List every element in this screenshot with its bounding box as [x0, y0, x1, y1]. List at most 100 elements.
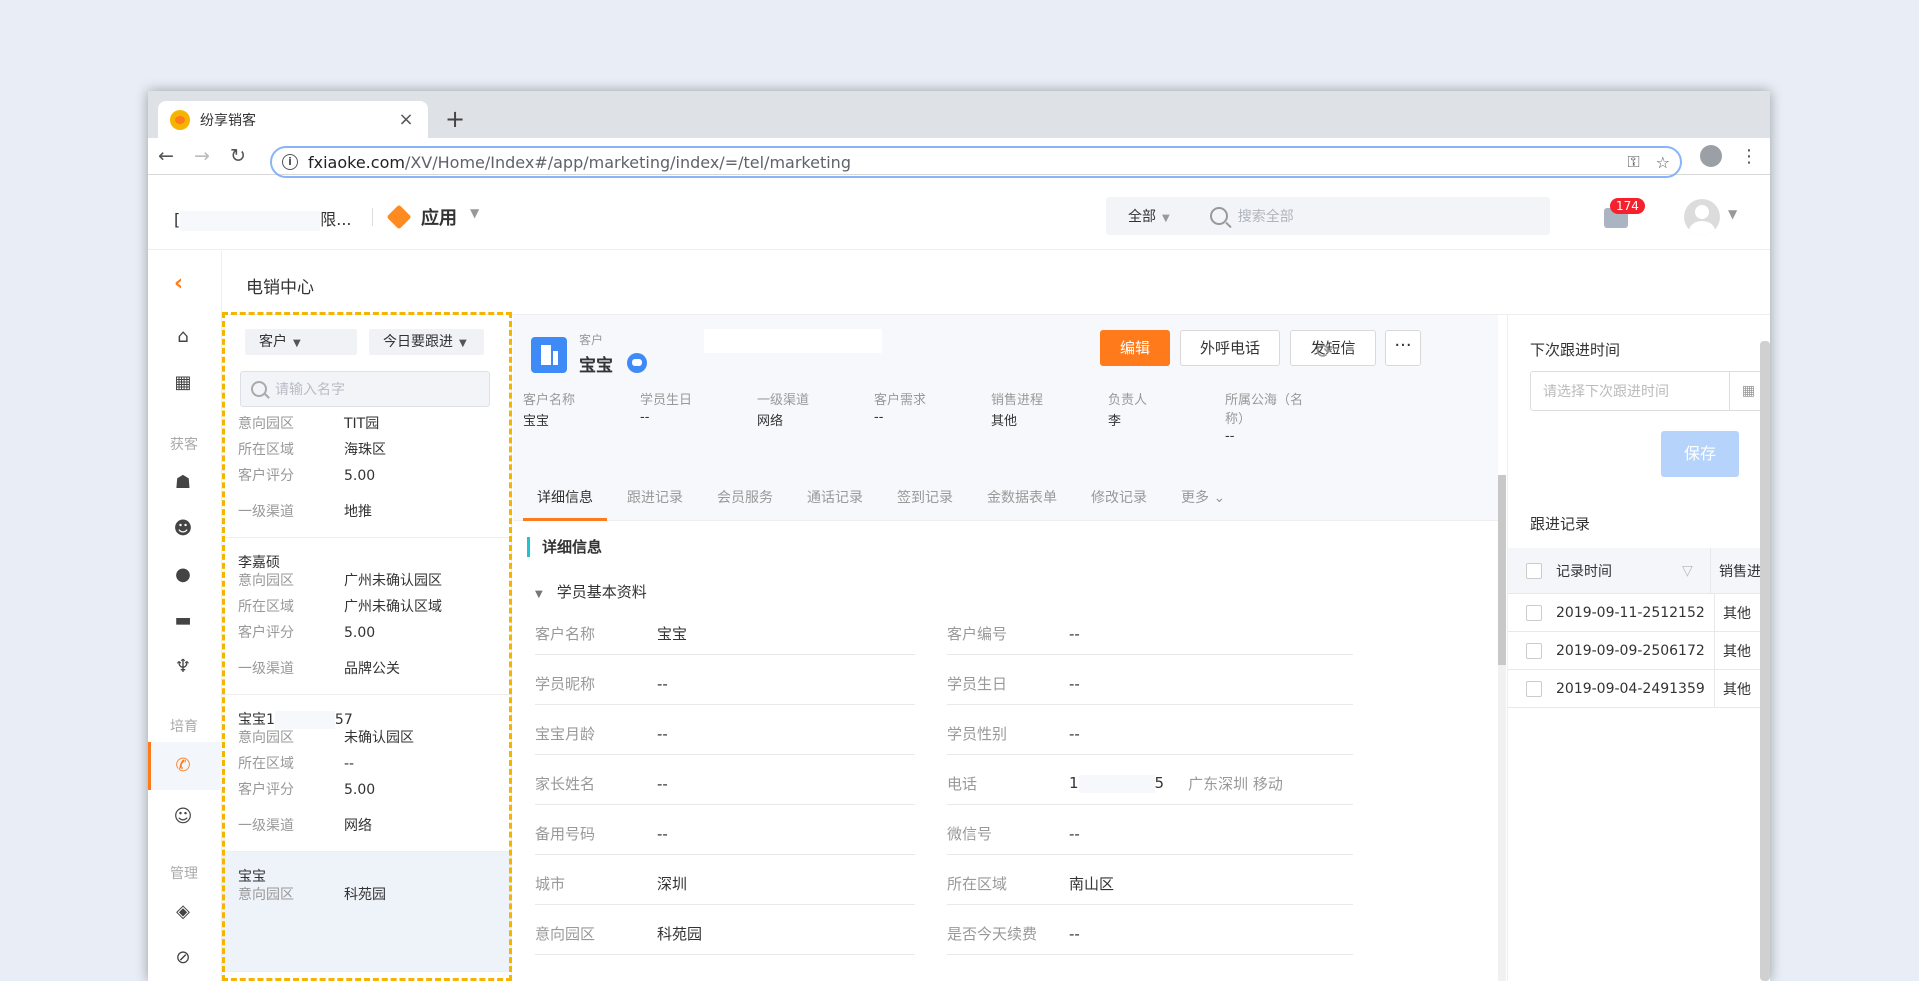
tab-member-service[interactable]: 会员服务 [703, 475, 787, 521]
nav-section-nurture: 培育 [170, 719, 198, 735]
site-info-icon[interactable]: i [282, 154, 298, 170]
calendar-icon[interactable]: ▦ [172, 373, 194, 393]
summary-label: 销售进程 [991, 393, 1044, 408]
phone-value[interactable]: 15 [1069, 774, 1164, 793]
group-title-label: 学员基本资料 [556, 583, 647, 601]
redacted-mask [1078, 774, 1155, 793]
key-icon[interactable]: ⚿ [1627, 152, 1639, 172]
detail-scrollbar-thumb[interactable] [1498, 475, 1506, 665]
field-value: 深圳 [657, 875, 688, 893]
summary-label: 客户名称 [523, 393, 576, 408]
row-checkbox[interactable] [1526, 642, 1542, 659]
back-icon[interactable]: ← [148, 145, 184, 167]
summary-value: -- [1225, 429, 1235, 444]
filter-time-select[interactable]: 今日要跟进 ▼ [369, 329, 484, 355]
layers-icon[interactable]: ◈ [172, 902, 194, 922]
users-icon[interactable]: ☻ [172, 519, 194, 539]
row-checkbox[interactable] [1526, 680, 1542, 697]
customer-list: 意向园区 TIT园 所在区域 海珠区 客户评分 5.00 一级渠道 地推 李嘉硕 意向园… [222, 411, 511, 981]
url-text[interactable]: fxiaoke.com/XV/Home/Index#/app/marketing… [308, 153, 1611, 172]
left-nav: ‹ ⌂ ▦ 获客 ☗ ☻ ● ▬ ♆ 培育 ✆ ☺ 管理 ◈ ⊘ [148, 251, 222, 981]
search-input[interactable]: 搜索全部 [1238, 206, 1294, 226]
tab-details[interactable]: 详细信息 [523, 475, 607, 521]
group-title[interactable]: ▼ 学员基本资料 [535, 581, 647, 602]
browser-tab[interactable]: 纷享销客 × [158, 101, 428, 138]
card-field-score: 客户评分 5.00 [238, 777, 495, 803]
tab-change-log[interactable]: 修改记录 [1077, 475, 1161, 521]
list-item-selected[interactable]: 宝宝 意向园区 科苑园 [222, 852, 511, 972]
field-value: 未确认园区 [344, 730, 414, 746]
chevron-down-icon[interactable]: ▼ [470, 206, 479, 220]
list-item[interactable]: 宝宝1 57 意向园区 未确认园区 所在区域 -- 客户评分 5.00 一级渠道 网络 [222, 695, 511, 852]
menu-kebab-icon[interactable]: ⋮ [1740, 146, 1758, 167]
select-all-checkbox[interactable] [1526, 562, 1542, 579]
team-icon[interactable]: ☗ [172, 473, 194, 493]
tab-followups[interactable]: 跟进记录 [613, 475, 697, 521]
customer-detail: 客户 宝宝 编辑 外呼电话 发短信 ··· ⟳ 客户名称 宝宝 学员生日 -- 一级… [513, 315, 1506, 981]
close-tab-icon[interactable]: × [396, 109, 416, 130]
filter-type-select[interactable]: 客户 ▼ [245, 329, 357, 355]
table-row[interactable]: 2019-09-11-2512152 其他 [1508, 594, 1770, 632]
home-icon[interactable]: ⌂ [172, 327, 194, 347]
table-row[interactable]: 2019-09-09-2506172 其他 [1508, 632, 1770, 670]
collapse-chevron-icon[interactable]: ‹ [174, 271, 183, 296]
chat-bubble-icon[interactable] [627, 353, 647, 373]
chevron-down-icon[interactable]: ▼ [1728, 207, 1737, 221]
tab-call-records[interactable]: 通话记录 [793, 475, 877, 521]
chat-icon[interactable]: ▬ [172, 611, 194, 631]
filter-funnel-icon[interactable]: ▽ [1682, 563, 1698, 579]
profile-icon[interactable] [1700, 145, 1722, 167]
field-value: 宝宝 [657, 625, 688, 643]
summary-label: 学员生日 [640, 393, 693, 408]
row-checkbox[interactable] [1526, 604, 1542, 621]
wechat-icon[interactable]: ● [172, 565, 194, 585]
field-row: 宝宝月龄 -- 学员性别 -- [535, 713, 1355, 763]
search-scope-select[interactable]: 全部 ▼ [1106, 206, 1192, 226]
field-park: 意向园区 科苑园 [535, 913, 915, 955]
tab-checkin-records[interactable]: 签到记录 [883, 475, 967, 521]
detail-fields: 客户名称 宝宝 客户编号 -- 学员昵称 -- 学员生日 -- 宝宝月龄 -- 学员性别 -… [535, 613, 1355, 963]
redacted-mask [180, 210, 321, 231]
call-button[interactable]: 外呼电话 [1180, 330, 1280, 366]
refresh-icon[interactable]: ⟳ [1316, 339, 1333, 363]
object-type-label: 客户 [579, 333, 604, 347]
bookmark-star-icon[interactable]: ☆ [1656, 153, 1670, 172]
field-value: -- [1069, 924, 1080, 943]
name-search-input[interactable]: 请输入名字 [240, 371, 490, 407]
app-cube-icon [386, 204, 412, 230]
customer-name: 宝宝 [579, 356, 613, 376]
chevron-down-icon: ▼ [293, 338, 301, 349]
link-icon[interactable]: ⊘ [172, 948, 194, 968]
save-button[interactable]: 保存 [1661, 431, 1739, 477]
field-value: -- [1069, 674, 1080, 693]
org-tree-icon[interactable]: ♆ [172, 657, 194, 677]
list-item[interactable]: 李嘉硕 意向园区 广州未确认园区 所在区域 广州未确认区域 客户评分 5.00 一级渠… [222, 538, 511, 695]
more-actions-button[interactable]: ··· [1385, 330, 1421, 366]
page-title: 电销中心 [246, 278, 314, 298]
field-label: 所在区域 [947, 875, 1008, 893]
list-item[interactable]: 意向园区 TIT园 所在区域 海珠区 客户评分 5.00 一级渠道 地推 [222, 411, 511, 538]
field-label: 意向园区 [238, 573, 294, 589]
send-sms-button[interactable]: 发短信 [1290, 330, 1376, 366]
new-tab-button[interactable]: + [440, 104, 470, 134]
field-label: 意向园区 [238, 887, 294, 903]
avatar[interactable] [1684, 199, 1720, 235]
user-settings-icon[interactable]: ☺ [172, 807, 194, 827]
tab-jinshuju-forms[interactable]: 金数据表单 [973, 475, 1071, 521]
page-scrollbar[interactable] [1760, 341, 1770, 981]
edit-button[interactable]: 编辑 [1100, 330, 1170, 366]
tab-title: 纷享销客 [200, 112, 256, 129]
forward-icon[interactable]: → [184, 145, 220, 167]
reload-icon[interactable]: ↻ [220, 145, 256, 167]
phone-icon[interactable]: ✆ [172, 756, 194, 776]
table-row[interactable]: 2019-09-04-2491359 其他 [1508, 670, 1770, 708]
record-time: 2019-09-09-2506172 [1556, 642, 1705, 659]
app-menu-label[interactable]: 应用 [421, 204, 457, 230]
tab-more[interactable]: 更多 ⌄ [1167, 475, 1239, 521]
address-bar[interactable]: i fxiaoke.com/XV/Home/Index#/app/marketi… [270, 146, 1682, 178]
field-label: 一级渠道 [238, 818, 294, 834]
card-field-channel: 一级渠道 地推 [238, 499, 495, 529]
field-label: 客户评分 [238, 468, 294, 484]
next-followup-date-picker[interactable]: 请选择下次跟进时间 ▦ [1530, 371, 1768, 411]
org-name[interactable]: [限... [174, 206, 352, 231]
